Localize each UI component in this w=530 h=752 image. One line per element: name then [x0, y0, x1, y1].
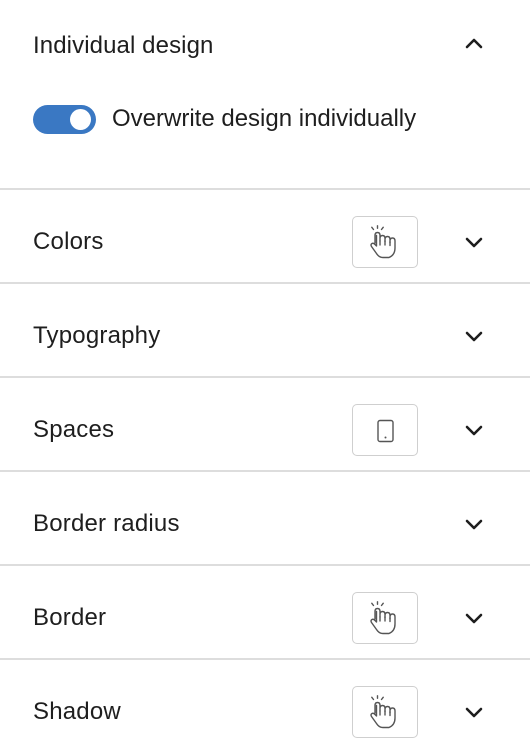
chevron-down-icon[interactable]: [461, 417, 487, 443]
toggle-knob: [70, 109, 91, 130]
individual-design-header[interactable]: Individual design: [0, 0, 530, 92]
row-label: Colors: [33, 228, 104, 255]
chevron-down-icon[interactable]: [461, 699, 487, 725]
mobile-device-icon: [377, 419, 394, 443]
chevron-down-icon[interactable]: [461, 511, 487, 537]
hover-state-button[interactable]: [352, 216, 418, 268]
row-label: Border: [33, 604, 107, 631]
toggle-label: Overwrite design individually: [112, 105, 417, 132]
device-preview-button[interactable]: [352, 404, 418, 456]
row-border[interactable]: Border: [0, 564, 530, 658]
individual-design-panel: Individual design Overwrite design indiv…: [0, 0, 530, 750]
row-colors[interactable]: Colors: [0, 188, 530, 282]
section-title: Individual design: [33, 32, 214, 59]
hover-state-button[interactable]: [352, 686, 418, 738]
row-shadow[interactable]: Shadow: [0, 658, 530, 752]
row-label: Spaces: [33, 416, 115, 443]
row-spaces[interactable]: Spaces: [0, 376, 530, 470]
hover-hand-icon: [370, 695, 396, 729]
row-label: Border radius: [33, 510, 180, 537]
row-border-radius[interactable]: Border radius: [0, 470, 530, 564]
hover-hand-icon: [370, 601, 396, 635]
hover-state-button[interactable]: [352, 592, 418, 644]
chevron-down-icon[interactable]: [461, 229, 487, 255]
overwrite-design-toggle[interactable]: [33, 105, 96, 134]
row-typography[interactable]: Typography: [0, 282, 530, 376]
row-label: Typography: [33, 322, 161, 349]
overwrite-design-toggle-row: Overwrite design individually: [33, 100, 493, 140]
hover-hand-icon: [370, 225, 396, 259]
chevron-down-icon[interactable]: [461, 323, 487, 349]
row-label: Shadow: [33, 698, 121, 725]
chevron-down-icon[interactable]: [461, 605, 487, 631]
chevron-up-icon[interactable]: [461, 31, 487, 57]
